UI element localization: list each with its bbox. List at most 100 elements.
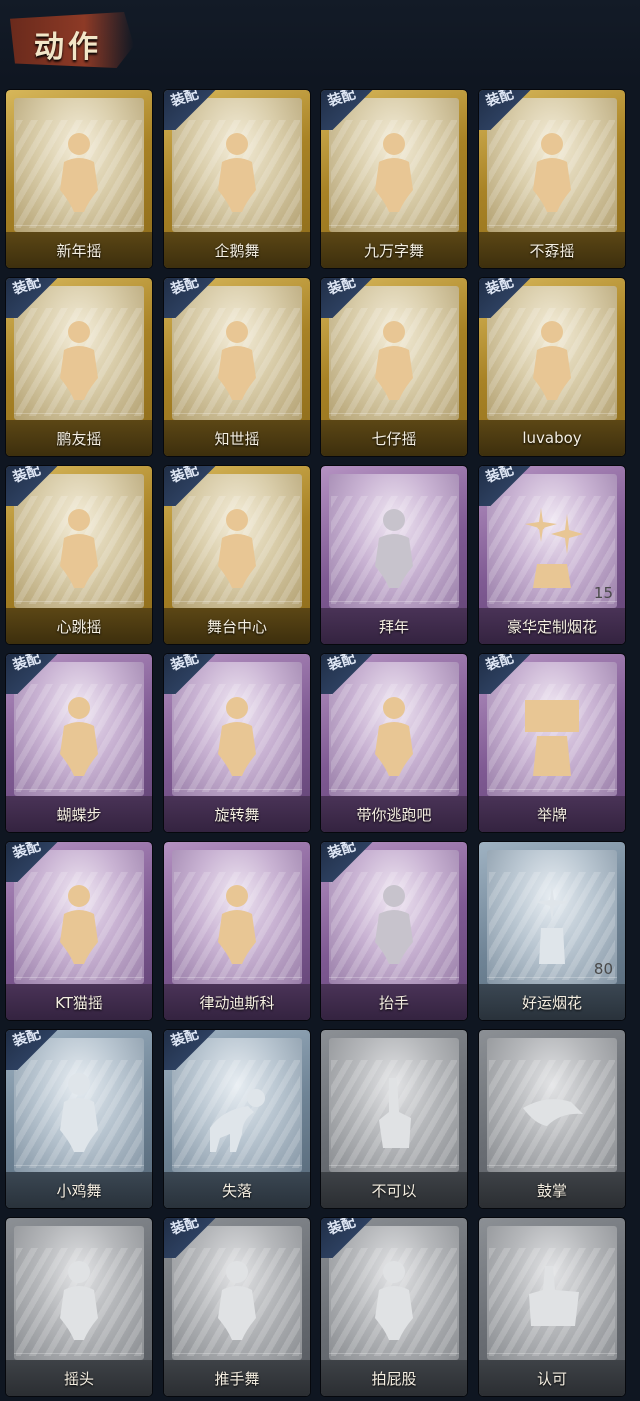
- emote-card[interactable]: 小鸡舞 装配: [6, 1030, 152, 1208]
- emote-name: 认可: [479, 1360, 625, 1396]
- equipped-badge-label: 装配: [325, 90, 358, 111]
- emote-card[interactable]: 拍屁股 装配: [321, 1218, 467, 1396]
- equipped-badge: 装配: [164, 466, 220, 506]
- equipped-badge: 装配: [479, 466, 535, 506]
- dance-figure-icon: [202, 128, 272, 214]
- emote-card[interactable]: 抬手 装配: [321, 842, 467, 1020]
- equipped-badge-label: 装配: [168, 90, 201, 111]
- emote-name: 新年摇: [6, 232, 152, 268]
- equipped-badge-label: 装配: [168, 1218, 201, 1239]
- emote-name: 旋转舞: [164, 796, 310, 832]
- label-divider: [487, 977, 617, 984]
- label-divider: [329, 601, 459, 608]
- emote-card[interactable]: 拜年: [321, 466, 467, 644]
- emote-name: 企鹅舞: [164, 232, 310, 268]
- label-divider: [14, 225, 144, 232]
- emote-name: 蝴蝶步: [6, 796, 152, 832]
- emote-card[interactable]: 知世摇 装配: [164, 278, 310, 456]
- label-divider: [487, 1353, 617, 1360]
- equipped-badge-label: 装配: [483, 654, 516, 675]
- equipped-badge-label: 装配: [325, 842, 358, 863]
- emote-name: 不孬摇: [479, 232, 625, 268]
- emote-card[interactable]: 举牌 装配: [479, 654, 625, 832]
- equipped-badge: 装配: [164, 654, 220, 694]
- emote-card[interactable]: 企鹅舞 装配: [164, 90, 310, 268]
- emote-card[interactable]: 鼓掌: [479, 1030, 625, 1208]
- emote-name: 拍屁股: [321, 1360, 467, 1396]
- label-divider: [487, 1165, 617, 1172]
- emote-card[interactable]: KT猫摇 装配: [6, 842, 152, 1020]
- emote-name: 鹏友摇: [6, 420, 152, 456]
- equipped-badge-label: 装配: [168, 466, 201, 487]
- emote-card[interactable]: 舞台中心 装配: [164, 466, 310, 644]
- emote-name: 推手舞: [164, 1360, 310, 1396]
- emote-card[interactable]: 律动迪斯科: [164, 842, 310, 1020]
- equipped-badge-label: 装配: [483, 466, 516, 487]
- emote-card[interactable]: 15 豪华定制烟花 装配: [479, 466, 625, 644]
- emote-card[interactable]: 带你逃跑吧 装配: [321, 654, 467, 832]
- dance-figure-icon: [359, 692, 429, 778]
- emote-card[interactable]: 九万字舞 装配: [321, 90, 467, 268]
- equipped-badge: 装配: [321, 1218, 377, 1258]
- label-divider: [172, 977, 302, 984]
- label-divider: [14, 789, 144, 796]
- dance-figure-icon: [202, 504, 272, 590]
- dance-figure-icon: [44, 316, 114, 402]
- emote-name: 不可以: [321, 1172, 467, 1208]
- emote-name: 抬手: [321, 984, 467, 1020]
- shake-head-figure-icon: [44, 1256, 114, 1342]
- crawl-figure-icon: [202, 1068, 272, 1154]
- label-divider: [14, 601, 144, 608]
- emote-card[interactable]: 推手舞 装配: [164, 1218, 310, 1396]
- label-divider: [14, 1165, 144, 1172]
- finger-wag-icon: [359, 1068, 429, 1154]
- label-divider: [487, 789, 617, 796]
- equipped-badge: 装配: [6, 466, 62, 506]
- equipped-badge-label: 装配: [325, 654, 358, 675]
- raise-hand-figure-icon: [359, 880, 429, 966]
- emote-name: KT猫摇: [6, 984, 152, 1020]
- emote-card[interactable]: 失落 装配: [164, 1030, 310, 1208]
- emote-card[interactable]: 蝴蝶步 装配: [6, 654, 152, 832]
- emote-card[interactable]: 心跳摇 装配: [6, 466, 152, 644]
- equipped-badge-label: 装配: [168, 1030, 201, 1051]
- label-divider: [487, 601, 617, 608]
- emote-card[interactable]: luvaboy 装配: [479, 278, 625, 456]
- emote-card[interactable]: 七仔摇 装配: [321, 278, 467, 456]
- emote-card[interactable]: 旋转舞 装配: [164, 654, 310, 832]
- sign-figure-icon: [517, 692, 587, 778]
- label-divider: [329, 977, 459, 984]
- emote-name: 失落: [164, 1172, 310, 1208]
- emote-name: 豪华定制烟花: [479, 608, 625, 644]
- emote-name: 鼓掌: [479, 1172, 625, 1208]
- bow-figure-icon: [359, 504, 429, 590]
- thumbs-up-icon: [517, 1256, 587, 1342]
- label-divider: [329, 1165, 459, 1172]
- emote-card[interactable]: 摇头: [6, 1218, 152, 1396]
- equipped-badge: 装配: [479, 90, 535, 130]
- emote-name: 小鸡舞: [6, 1172, 152, 1208]
- equipped-badge-label: 装配: [10, 654, 43, 675]
- equipped-badge-label: 装配: [483, 278, 516, 299]
- emote-card[interactable]: 80 好运烟花: [479, 842, 625, 1020]
- emote-name: 知世摇: [164, 420, 310, 456]
- emote-name: 舞台中心: [164, 608, 310, 644]
- dance-figure-icon: [517, 128, 587, 214]
- emote-name: 律动迪斯科: [164, 984, 310, 1020]
- label-divider: [329, 225, 459, 232]
- label-divider: [14, 413, 144, 420]
- label-divider: [172, 789, 302, 796]
- emote-card[interactable]: 鹏友摇 装配: [6, 278, 152, 456]
- dance-figure-icon: [202, 880, 272, 966]
- equipped-badge: 装配: [321, 842, 377, 882]
- equipped-badge-label: 装配: [10, 1030, 43, 1051]
- emote-card[interactable]: 不孬摇 装配: [479, 90, 625, 268]
- emote-name: luvaboy: [479, 420, 625, 456]
- emote-card[interactable]: 新年摇: [6, 90, 152, 268]
- equipped-badge: 装配: [6, 654, 62, 694]
- page-title: 动作: [34, 30, 102, 65]
- emote-card[interactable]: 认可: [479, 1218, 625, 1396]
- equipped-badge: 装配: [6, 842, 62, 882]
- equipped-badge-label: 装配: [10, 466, 43, 487]
- emote-card[interactable]: 不可以: [321, 1030, 467, 1208]
